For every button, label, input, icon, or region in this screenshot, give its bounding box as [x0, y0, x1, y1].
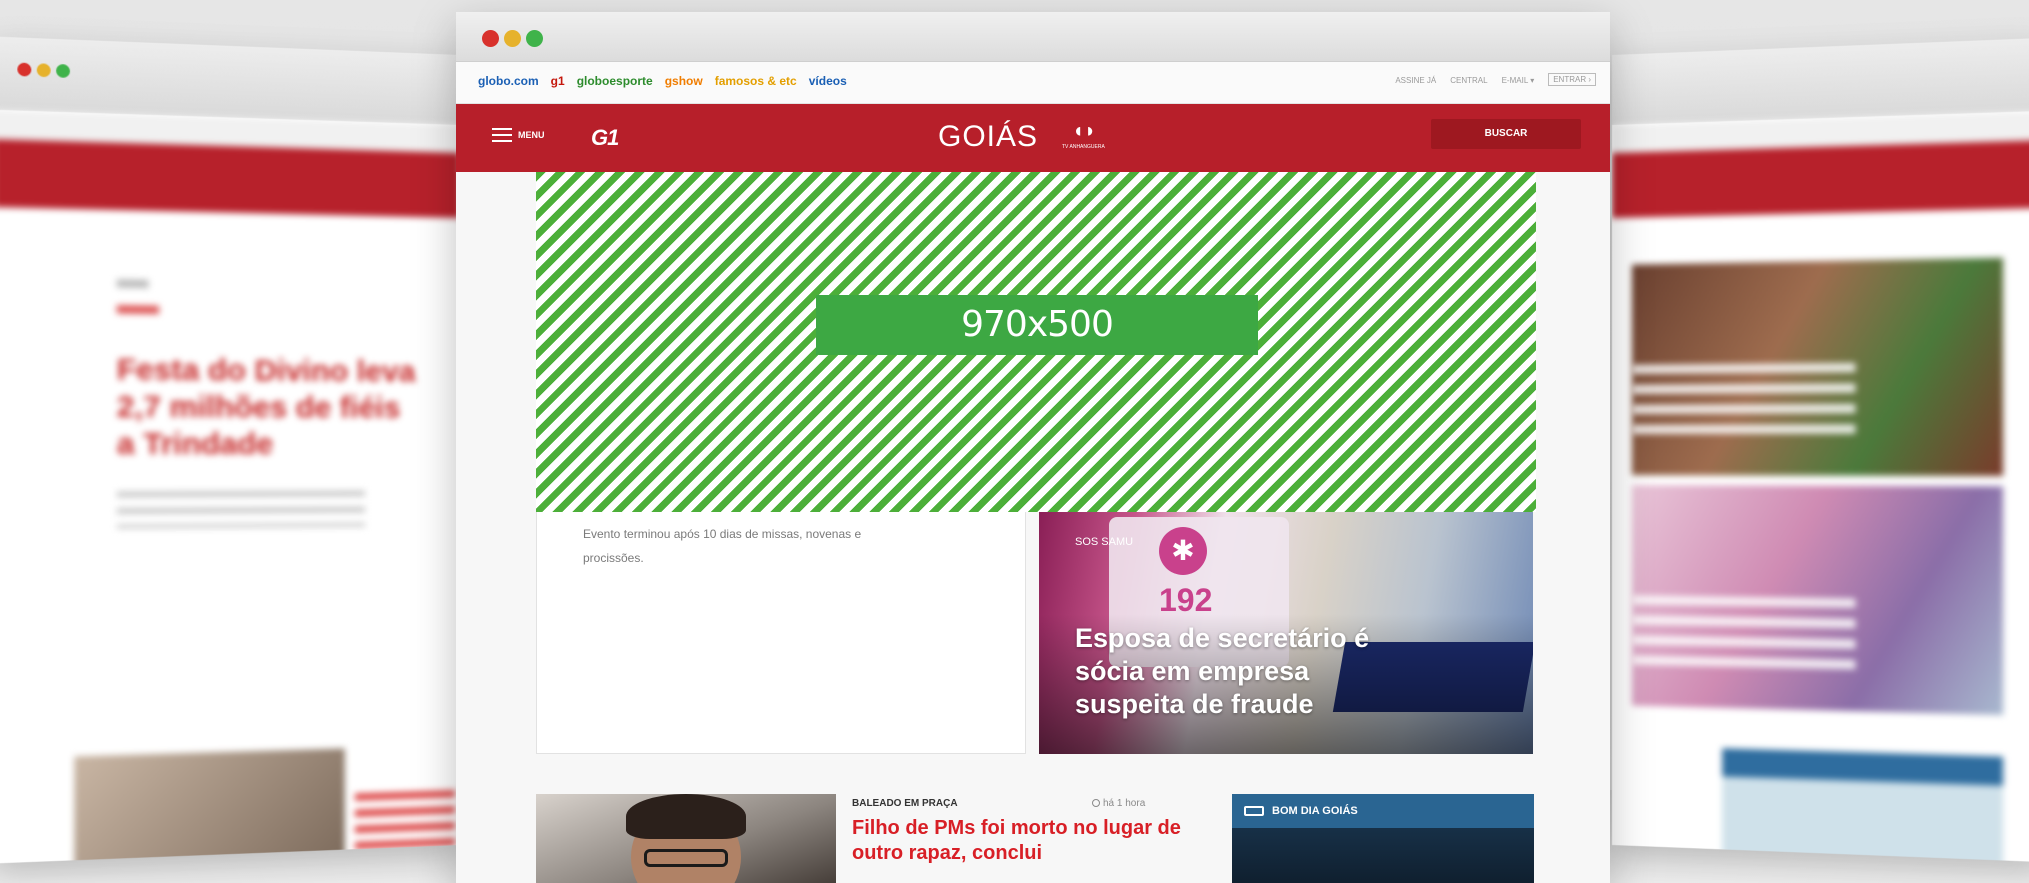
person-glasses-image [644, 849, 728, 867]
region-title[interactable]: GOIÁS [938, 120, 1038, 154]
window-titlebar [456, 12, 1610, 62]
story-kicker: BALEADO EM PRAÇA [852, 798, 958, 809]
g1-logo[interactable]: G1 [591, 125, 619, 151]
maximize-dot-icon [56, 63, 70, 78]
email-dropdown[interactable]: E-MAIL ▾ [1502, 76, 1535, 86]
site-header: MENU G1 GOIÁS ◖◗ TV ANHANGUERA BUSCAR [456, 104, 1610, 172]
right-window-video-card [1722, 748, 2004, 863]
close-dot-icon [17, 62, 32, 77]
video-box-title: BOM DIA GOIÁS [1272, 805, 1358, 817]
nav-link-famosos[interactable]: famosos & etc [715, 74, 797, 88]
clock-icon [1092, 799, 1100, 807]
main-browser-window: globo.com g1 globoesporte gshow famosos … [456, 12, 1610, 883]
story-card-featured[interactable]: ✱ 192 SOS SAMU Esposa de secretário é só… [1039, 512, 1533, 754]
hamburger-icon [492, 128, 512, 142]
left-window-thumbnail [74, 748, 345, 864]
left-window-header [0, 139, 460, 218]
tv-icon [1244, 806, 1264, 816]
samu-star-icon: ✱ [1159, 527, 1207, 575]
video-box[interactable]: BOM DIA GOIÁS [1232, 794, 1534, 883]
minimize-window-icon[interactable] [504, 30, 521, 47]
tv-anhanguera-logo[interactable]: ◖◗ TV ANHANGUERA [1062, 120, 1122, 156]
ad-placeholder[interactable]: 970x500 [536, 172, 1536, 512]
menu-label: MENU [518, 130, 545, 140]
right-window-header [1612, 140, 2029, 218]
nav-link-g1[interactable]: g1 [551, 74, 565, 88]
menu-button[interactable]: MENU [492, 128, 545, 142]
globo-nav-links: globo.com g1 globoesporte gshow famosos … [478, 74, 847, 88]
tv-logo-text: TV ANHANGUERA [1062, 144, 1105, 150]
left-window-kicker [116, 305, 160, 315]
video-box-header: BOM DIA GOIÁS [1232, 794, 1534, 828]
nav-link-gshow[interactable]: gshow [665, 74, 703, 88]
story-time-text: há 1 hora [1103, 798, 1146, 809]
right-window-chrome [1612, 37, 2029, 125]
right-background-window [1612, 37, 2029, 863]
central-link[interactable]: CENTRAL [1450, 76, 1487, 86]
page-content: 970x500 Evento terminou após 10 dias de … [456, 172, 1610, 883]
story-timestamp: há 1 hora [1092, 798, 1145, 809]
nav-link-globoesporte[interactable]: globoesporte [577, 74, 653, 88]
story-headline[interactable]: Esposa de secretário é sócia em empresa … [1075, 622, 1395, 721]
left-background-window: Festa do Divino leva 2,7 milhões de fiéi… [0, 36, 460, 864]
ad-size-label: 970x500 [816, 295, 1258, 355]
story-summary: Evento terminou após 10 dias de missas, … [583, 527, 862, 565]
left-window-summary [116, 490, 366, 529]
nav-link-globo[interactable]: globo.com [478, 74, 539, 88]
right-window-page [1612, 110, 2029, 218]
story-thumbnail[interactable] [536, 794, 836, 883]
minimize-dot-icon [36, 63, 51, 78]
left-window-page [0, 109, 460, 218]
globo-top-nav: globo.com g1 globoesporte gshow famosos … [456, 62, 1610, 104]
story-card-left[interactable]: Evento terminou após 10 dias de missas, … [536, 512, 1026, 754]
tv-logo-icon: ◖◗ [1072, 120, 1097, 142]
left-window-tag [116, 279, 149, 289]
person-hair-image [626, 794, 746, 839]
account-links: ASSINE JÁ CENTRAL E-MAIL ▾ ENTRAR › [1395, 73, 1596, 86]
maximize-window-icon[interactable] [526, 30, 543, 47]
right-window-caption-1 [1631, 362, 1856, 435]
login-button[interactable]: ENTRAR › [1548, 73, 1596, 86]
right-window-caption-2 [1631, 595, 1856, 671]
nav-link-videos[interactable]: vídeos [809, 74, 847, 88]
subscribe-link[interactable]: ASSINE JÁ [1395, 76, 1436, 86]
left-window-thumb-caption [354, 790, 456, 855]
left-window-headline: Festa do Divino leva 2,7 milhões de fiéi… [116, 352, 416, 462]
search-button[interactable]: BUSCAR [1431, 119, 1581, 149]
close-window-icon[interactable] [482, 30, 499, 47]
story-headline[interactable]: Filho de PMs foi morto no lugar de outro… [852, 816, 1182, 866]
video-box-preview [1232, 828, 1534, 883]
story-kicker: SOS SAMU [1075, 536, 1134, 548]
